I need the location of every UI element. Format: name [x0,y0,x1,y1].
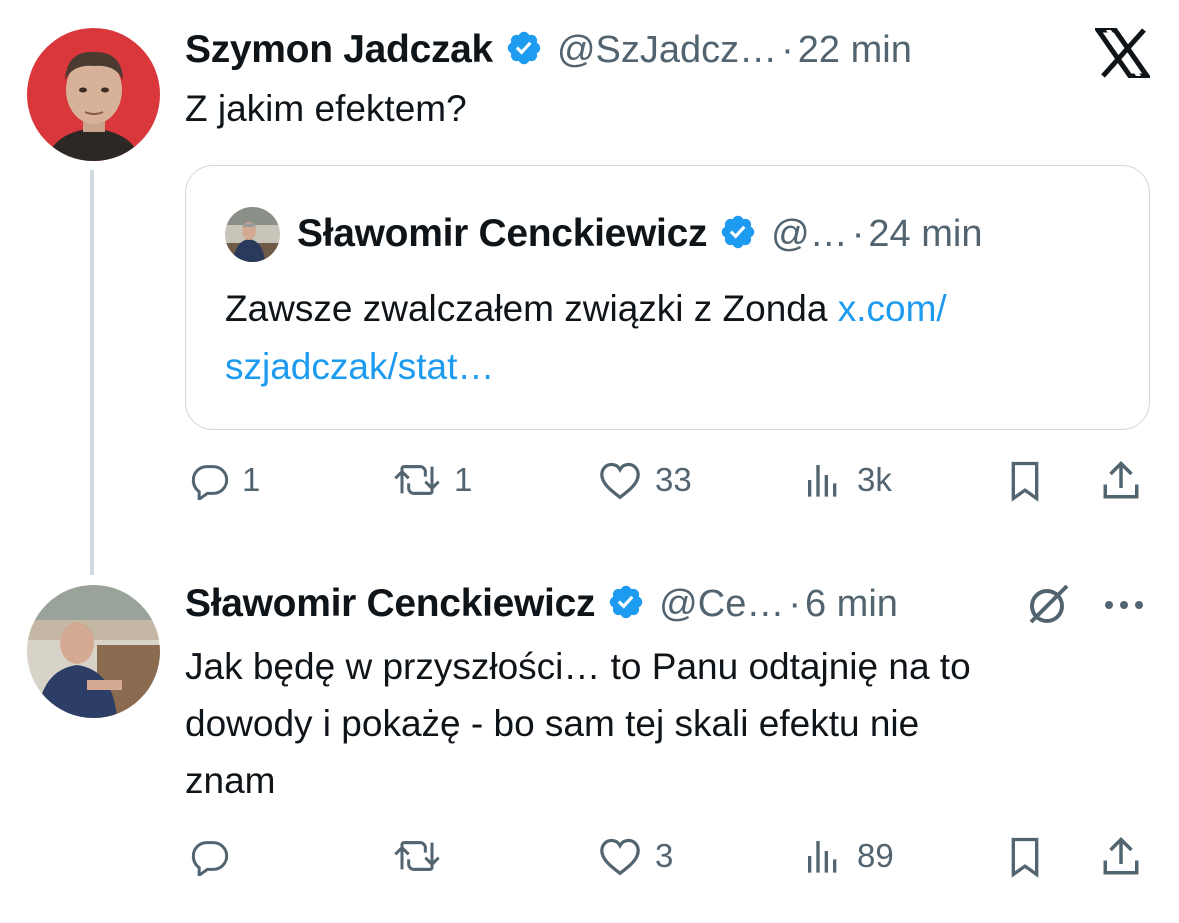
like-icon [600,838,640,876]
quote-author-name[interactable]: Sławomir Cenckiewicz [297,212,707,256]
thread-connector-line [90,170,94,575]
timestamp[interactable]: 6 min [805,583,898,626]
avatar[interactable] [27,28,160,161]
tweet-text-line: dowody i pokażę - bo sam tej skali efekt… [185,703,920,744]
quote-link[interactable]: x.com/ [838,288,947,329]
share-icon [1103,461,1139,499]
bookmark-button[interactable] [1005,836,1045,878]
tweet-text-line: Jak będę w przyszłości… to Panu odtajnię… [185,646,971,687]
reply-button[interactable] [190,836,230,876]
views-button[interactable]: 89 [803,836,894,876]
bookmark-icon [1011,837,1039,878]
quote-author-handle[interactable]: @… [771,213,848,256]
author-handle[interactable]: @SzJadcz… [557,29,777,72]
verified-badge-icon [505,29,543,72]
separator-dot: · [788,582,801,625]
repost-icon [394,841,440,871]
share-button[interactable] [1100,460,1142,502]
repost-icon [394,465,440,495]
views-icon [808,841,837,873]
separator-dot: · [781,28,794,71]
author-name[interactable]: Szymon Jadczak [185,28,493,72]
avatar[interactable] [225,207,280,262]
bookmark-button[interactable] [1005,460,1045,502]
views-button[interactable]: 3k [803,460,892,500]
like-button[interactable]: 33 [597,460,692,500]
repost-button[interactable]: 1 [388,460,472,500]
reply-icon [191,841,229,876]
quote-text: Zawsze zwalczałem związki z Zonda [225,288,828,329]
avatar[interactable] [27,585,160,718]
views-count: 89 [857,837,894,874]
views-count: 3k [857,461,892,498]
quote-link-continuation[interactable]: szjadczak/stat… [225,338,494,395]
views-icon [808,465,837,497]
quote-timestamp[interactable]: 24 min [868,213,982,256]
author-handle[interactable]: @Ce… [659,583,784,626]
like-count: 3 [655,837,674,874]
verified-badge-icon [607,583,645,626]
bookmark-icon [1011,461,1039,502]
verified-badge-icon [719,213,757,256]
tweet-text: Z jakim efektem? [185,88,467,129]
x-logo-icon[interactable] [1093,27,1152,79]
reply-count: 1 [242,461,261,498]
like-icon [600,462,640,500]
reply-icon [191,465,229,500]
repost-count: 1 [454,461,473,498]
repost-button[interactable] [388,836,446,876]
more-icon[interactable] [1103,598,1145,616]
like-count: 33 [655,461,692,498]
separator-dot: · [851,212,865,255]
timestamp[interactable]: 22 min [798,29,912,72]
like-button[interactable]: 3 [597,836,673,876]
author-name[interactable]: Sławomir Cenckiewicz [185,582,595,626]
share-button[interactable] [1100,836,1142,878]
grok-icon[interactable] [1025,580,1073,633]
tweet-text-line: znam [185,760,276,801]
share-icon [1103,837,1139,875]
reply-button[interactable]: 1 [190,460,260,500]
